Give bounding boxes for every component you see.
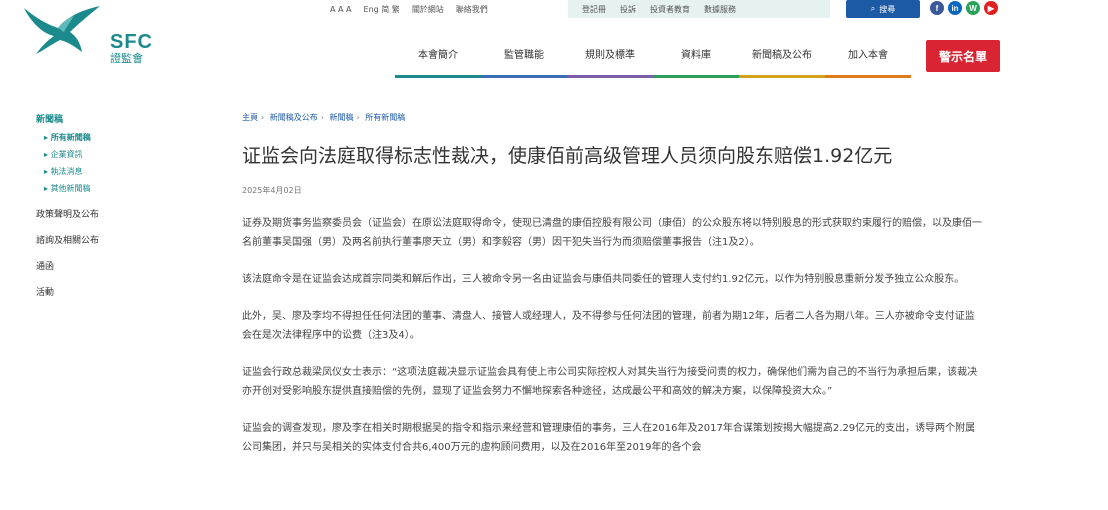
eagle-logo-icon — [24, 6, 100, 54]
search-label: 搜尋 — [879, 4, 896, 14]
contact-us-link[interactable]: 聯絡我們 — [456, 4, 488, 15]
sidebar-item-all-press-releases[interactable]: 所有新聞稿 — [36, 132, 196, 143]
article-paragraph: 证券及期货事务监察委员会（证监会）在原讼法庭取得命令，使现已清盘的康佰控股有限公… — [242, 218, 982, 248]
logo-abbr: SFC — [110, 31, 153, 53]
search-button[interactable]: ⌕ 搜尋 — [846, 0, 920, 18]
article-content: 主頁 › 新聞稿及公布 › 新聞稿 › 所有新聞稿 证监会向法庭取得标志性裁决，使康佰… — [242, 112, 1002, 457]
quick-link-investor-education[interactable]: 投資者教育 — [650, 4, 690, 15]
sidebar-item-other[interactable]: 其他新聞稿 — [36, 183, 196, 194]
font-size-toggle[interactable]: A A A — [330, 5, 352, 14]
nav-rules-standards[interactable]: 規則及標準 — [567, 46, 653, 78]
language-switch[interactable]: Eng 简 繁 — [364, 4, 400, 15]
search-icon: ⌕ — [870, 4, 876, 13]
sfc-logo[interactable]: SFC 證監會 — [22, 4, 152, 74]
sidebar-item-enforcement[interactable]: 執法消息 — [36, 166, 196, 177]
social-links: f in W ▶ — [930, 1, 1002, 15]
nav-about[interactable]: 本會簡介 — [395, 46, 481, 78]
breadcrumb-press-releases[interactable]: 新聞稿 — [330, 113, 354, 122]
facebook-icon[interactable]: f — [930, 1, 944, 15]
article-paragraph: 证监会的调查发现，廖及李在相关时期根据吴的指令和指示来经营和管理康佰的事务，三人… — [242, 423, 976, 453]
sidebar-item-circulars[interactable]: 通函 — [36, 259, 196, 272]
sidebar-item-consultations[interactable]: 諮詢及相關公布 — [36, 233, 196, 246]
sidebar-item-corporate[interactable]: 企業資訊 — [36, 149, 196, 160]
breadcrumb-separator: › — [261, 113, 265, 122]
quick-link-register[interactable]: 登記冊 — [582, 4, 606, 15]
article-paragraph: 证监会行政总裁梁凤仪女士表示：“这项法庭裁决显示证监会具有使上市公司实际控权人对… — [242, 367, 978, 397]
linkedin-icon[interactable]: in — [948, 1, 962, 15]
page-title: 证监会向法庭取得标志性裁决，使康佰前高级管理人员须向股东赔偿1.92亿元 — [242, 145, 893, 167]
nav-news-announcements[interactable]: 新聞稿及公布 — [739, 46, 825, 78]
sidebar-title[interactable]: 新聞稿 — [36, 112, 196, 125]
breadcrumb-separator: › — [320, 113, 324, 122]
about-site-link[interactable]: 關於網站 — [412, 4, 444, 15]
sidebar-item-policy-statements[interactable]: 政策聲明及公布 — [36, 207, 196, 220]
breadcrumb: 主頁 › 新聞稿及公布 › 新聞稿 › 所有新聞稿 — [242, 112, 1002, 123]
publish-date: 2025年4月02日 — [242, 186, 302, 195]
main-nav: 本會簡介 監管職能 規則及標準 資料庫 新聞稿及公布 加入本會 — [395, 46, 911, 78]
wechat-icon[interactable]: W — [966, 1, 980, 15]
breadcrumb-all-press-releases[interactable]: 所有新聞稿 — [365, 113, 405, 122]
sidebar-item-events[interactable]: 活動 — [36, 285, 196, 298]
alert-list-button[interactable]: 警示名單 — [926, 40, 1000, 72]
sidebar: 新聞稿 所有新聞稿 企業資訊 執法消息 其他新聞稿 政策聲明及公布 諮詢及相關公… — [36, 112, 196, 298]
article-paragraph: 该法庭命令是在证监会达成首宗同类和解后作出，三人被命令另一名由证监会与康佰共同委… — [242, 274, 965, 285]
nav-careers[interactable]: 加入本會 — [825, 46, 911, 78]
breadcrumb-home[interactable]: 主頁 — [242, 113, 258, 122]
article-paragraph: 此外，吴、廖及李均不得担任任何法团的董事、清盘人、接管人或经理人，及不得参与任何… — [242, 311, 975, 341]
quick-link-complaints[interactable]: 投訴 — [620, 4, 636, 15]
quick-link-data-services[interactable]: 數據服務 — [704, 4, 736, 15]
nav-regulatory-functions[interactable]: 監管職能 — [481, 46, 567, 78]
breadcrumb-separator: › — [356, 113, 360, 122]
breadcrumb-news-announcements[interactable]: 新聞稿及公布 — [270, 113, 318, 122]
utility-bar: A A A Eng 简 繁 關於網站 聯絡我們 — [330, 0, 500, 18]
quick-links: 登記冊 投訴 投資者教育 數據服務 — [568, 0, 830, 18]
youtube-icon[interactable]: ▶ — [984, 1, 998, 15]
nav-database[interactable]: 資料庫 — [653, 46, 739, 78]
logo-cn-name: 證監會 — [110, 52, 143, 65]
